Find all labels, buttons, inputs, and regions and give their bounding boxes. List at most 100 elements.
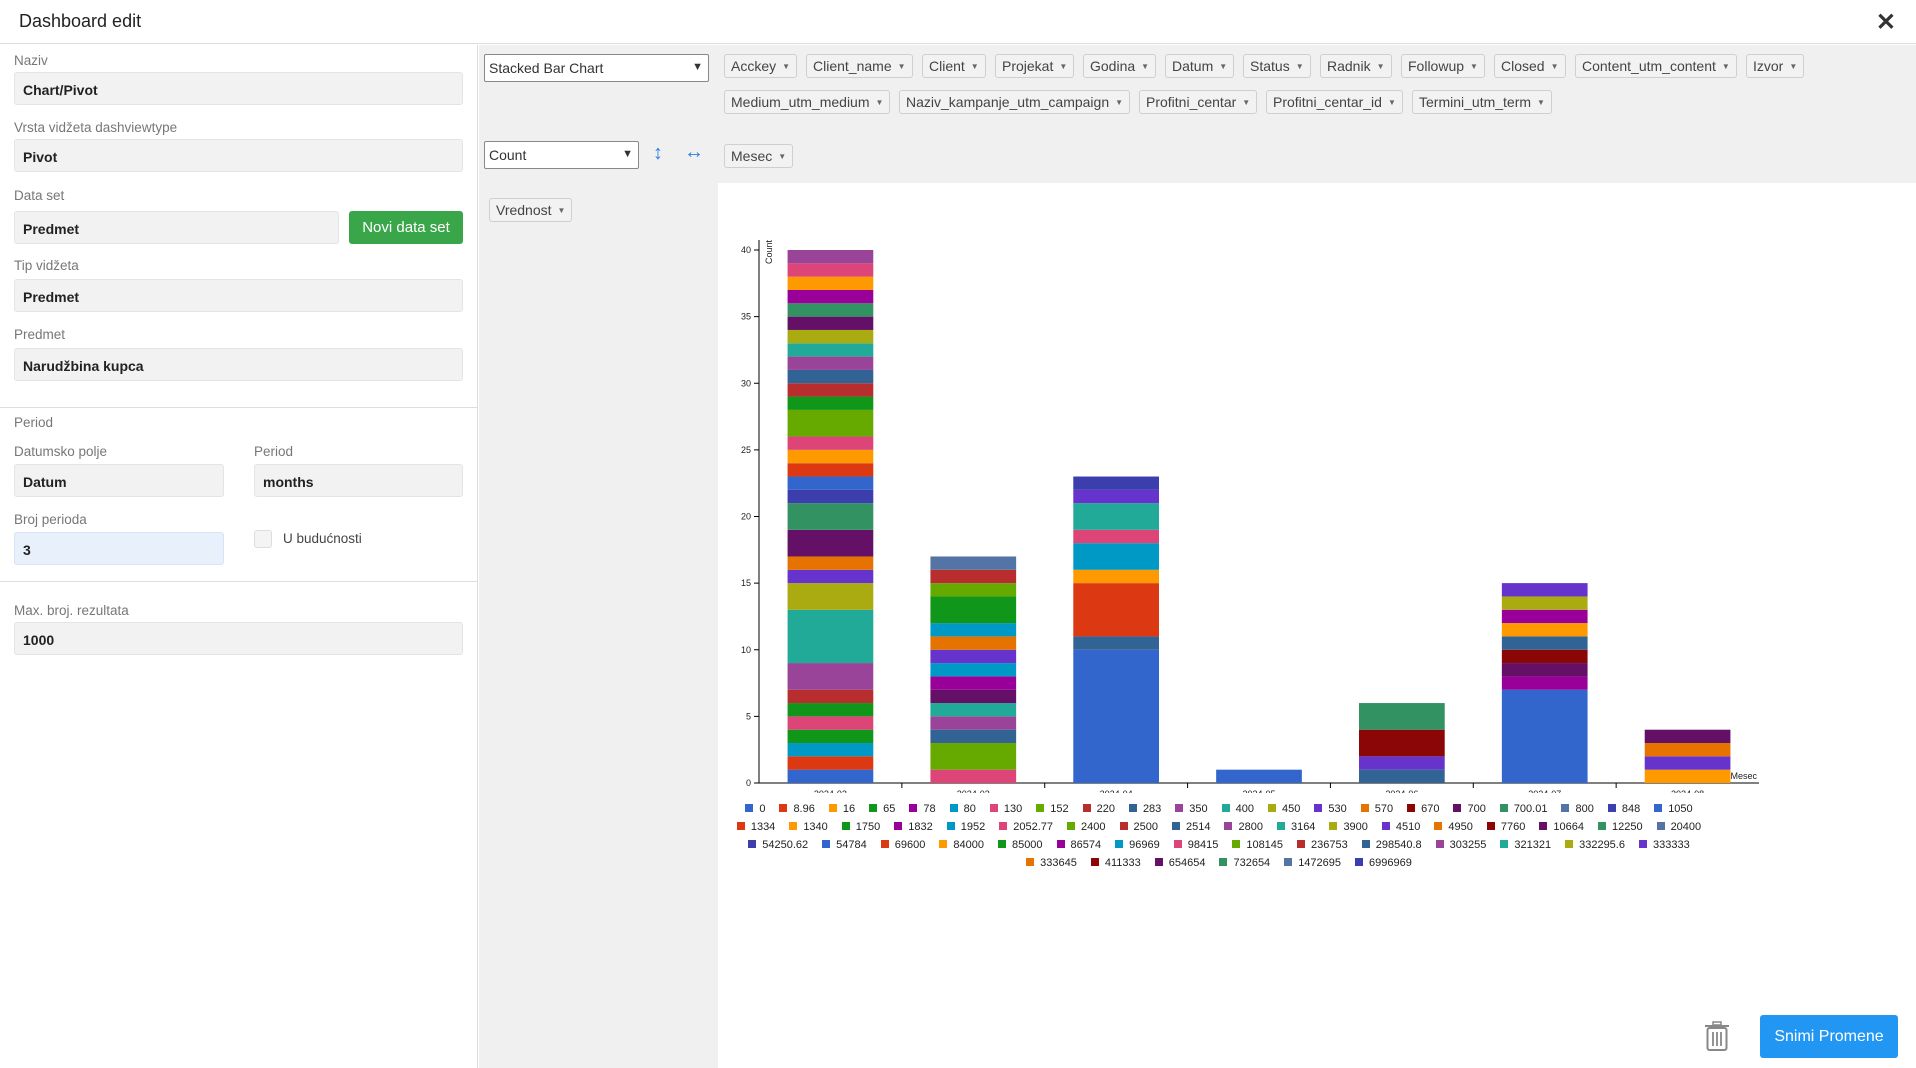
- period-input[interactable]: months: [254, 464, 463, 497]
- attribute-pill[interactable]: Profitni_centar_id ▼: [1266, 90, 1403, 114]
- datumsko-input[interactable]: Datum: [14, 464, 224, 497]
- dialog-header: Dashboard edit ✕: [0, 0, 1916, 44]
- legend-swatch: [1036, 804, 1045, 812]
- attribute-label: Godina: [1090, 58, 1136, 74]
- attribute-pill[interactable]: Client_name ▼: [806, 54, 913, 78]
- chevron-down-icon: ▼: [1115, 98, 1124, 107]
- u-buducnosti-checkbox[interactable]: [254, 530, 272, 548]
- legend-item: 3900: [1329, 818, 1368, 836]
- bar-segment: [1359, 703, 1445, 730]
- legend-swatch: [1361, 840, 1370, 848]
- attribute-pill[interactable]: Followup ▼: [1401, 54, 1485, 78]
- aggregator-select[interactable]: Count ▼: [484, 141, 639, 169]
- attribute-pill[interactable]: Client ▼: [922, 54, 986, 78]
- legend-label: 69600: [894, 839, 926, 851]
- attribute-pill[interactable]: Closed ▼: [1494, 54, 1566, 78]
- legend-label: 54784: [836, 839, 867, 851]
- legend-item: 86574: [1056, 836, 1101, 854]
- legend-swatch: [1486, 822, 1495, 830]
- bar-segment: [787, 556, 874, 570]
- legend-item: 848: [1607, 800, 1641, 818]
- legend-swatch: [822, 840, 831, 848]
- predmet-input[interactable]: Narudžbina kupca: [14, 348, 463, 381]
- attribute-pill[interactable]: Termini_utm_term ▼: [1412, 90, 1552, 114]
- legend-label: 2514: [1185, 821, 1211, 833]
- attribute-pill[interactable]: Godina ▼: [1083, 54, 1157, 78]
- attribute-pill[interactable]: Acckey ▼: [724, 54, 798, 78]
- naziv-input[interactable]: Chart/Pivot: [14, 72, 463, 105]
- legend-swatch: [1171, 822, 1180, 830]
- tip-input[interactable]: Predmet: [14, 279, 463, 312]
- legend-item: 54784: [822, 836, 867, 854]
- attribute-label: Acckey: [731, 58, 777, 74]
- trash-icon[interactable]: [1704, 1021, 1730, 1051]
- col-attr-pill[interactable]: Mesec ▼: [724, 144, 794, 168]
- broj-label: Broj perioda: [14, 512, 87, 527]
- chevron-down-icon: ▼: [1376, 62, 1385, 71]
- legend-swatch: [789, 822, 798, 830]
- legend-swatch: [1224, 822, 1233, 830]
- attribute-pill[interactable]: Naziv_kampanje_utm_campaign ▼: [899, 90, 1131, 114]
- bar-segment: [787, 463, 874, 477]
- legend-swatch: [1597, 822, 1606, 830]
- renderer-select[interactable]: Stacked Bar Chart ▼: [484, 54, 709, 82]
- vrsta-input[interactable]: Pivot: [14, 139, 463, 172]
- attribute-label: Profitni_centar: [1146, 94, 1237, 110]
- attribute-pill[interactable]: Radnik ▼: [1320, 54, 1392, 78]
- chevron-down-icon: ▼: [875, 98, 884, 107]
- legend-item: 0: [745, 800, 765, 818]
- chevron-down-icon: ▼: [1295, 62, 1304, 71]
- close-icon[interactable]: ✕: [1876, 8, 1896, 37]
- attribute-pill[interactable]: Status ▼: [1243, 54, 1311, 78]
- legend-label: 3164: [1290, 821, 1316, 833]
- col-order-icon[interactable]: ↔: [684, 141, 704, 164]
- legend-item: 283: [1128, 800, 1161, 818]
- legend-swatch: [1082, 804, 1091, 812]
- attribute-label: Client_name: [813, 58, 892, 74]
- attribute-pill[interactable]: Profitni_centar ▼: [1139, 90, 1258, 114]
- max-rezultata-input[interactable]: 1000: [14, 622, 463, 655]
- bar-segment: [930, 663, 1017, 677]
- legend-label: 1750: [855, 821, 881, 833]
- dataset-input[interactable]: Predmet: [14, 211, 339, 244]
- bar-segment: [930, 676, 1017, 690]
- legend-label: 298540.8: [1375, 839, 1422, 851]
- bar-segment: [1073, 529, 1159, 544]
- legend-swatch: [1434, 822, 1443, 830]
- chevron-down-icon: ▼: [1242, 98, 1251, 107]
- chevron-down-icon: ▼: [782, 62, 791, 71]
- row-order-icon[interactable]: ↕: [653, 142, 663, 165]
- legend-label: 1472695: [1298, 857, 1342, 869]
- legend-swatch: [1360, 804, 1369, 812]
- legend-item: 220: [1082, 800, 1115, 818]
- attribute-pill[interactable]: Datum ▼: [1165, 54, 1235, 78]
- period-label: Period: [254, 444, 294, 459]
- legend-label: 570: [1374, 803, 1394, 815]
- row-attr-label: Vrednost: [496, 202, 552, 218]
- legend-item: 333645: [1026, 854, 1077, 872]
- attribute-pill[interactable]: Izvor ▼: [1746, 54, 1805, 78]
- attribute-pill[interactable]: Medium_utm_medium ▼: [724, 90, 891, 114]
- chevron-down-icon: ▼: [1059, 62, 1068, 71]
- row-attr-pill[interactable]: Vrednost ▼: [489, 198, 573, 222]
- bar-segment: [930, 729, 1017, 744]
- attribute-pill[interactable]: Projekat ▼: [995, 54, 1075, 78]
- y-tick-label: 10: [741, 645, 751, 655]
- legend-swatch: [1154, 858, 1163, 866]
- legend-label: 848: [1621, 803, 1641, 815]
- bar-segment: [787, 369, 874, 384]
- legend-swatch: [989, 804, 998, 812]
- legend-swatch: [1561, 804, 1570, 812]
- attribute-pill[interactable]: Content_utm_content ▼: [1575, 54, 1737, 78]
- legend-item: 54250.62: [748, 836, 808, 854]
- attribute-label: Izvor: [1753, 58, 1784, 74]
- legend-swatch: [1381, 822, 1390, 830]
- broj-perioda-input[interactable]: 3: [14, 532, 224, 565]
- legend-swatch: [1276, 822, 1285, 830]
- novi-data-set-button[interactable]: Novi data set: [349, 211, 463, 244]
- chevron-down-icon: ▼: [1550, 62, 1559, 71]
- legend-label: 98415: [1187, 839, 1219, 851]
- legend-label: 7760: [1500, 821, 1526, 833]
- chevron-down-icon: ▼: [1219, 62, 1228, 71]
- save-button[interactable]: Snimi Promene: [1760, 1015, 1898, 1058]
